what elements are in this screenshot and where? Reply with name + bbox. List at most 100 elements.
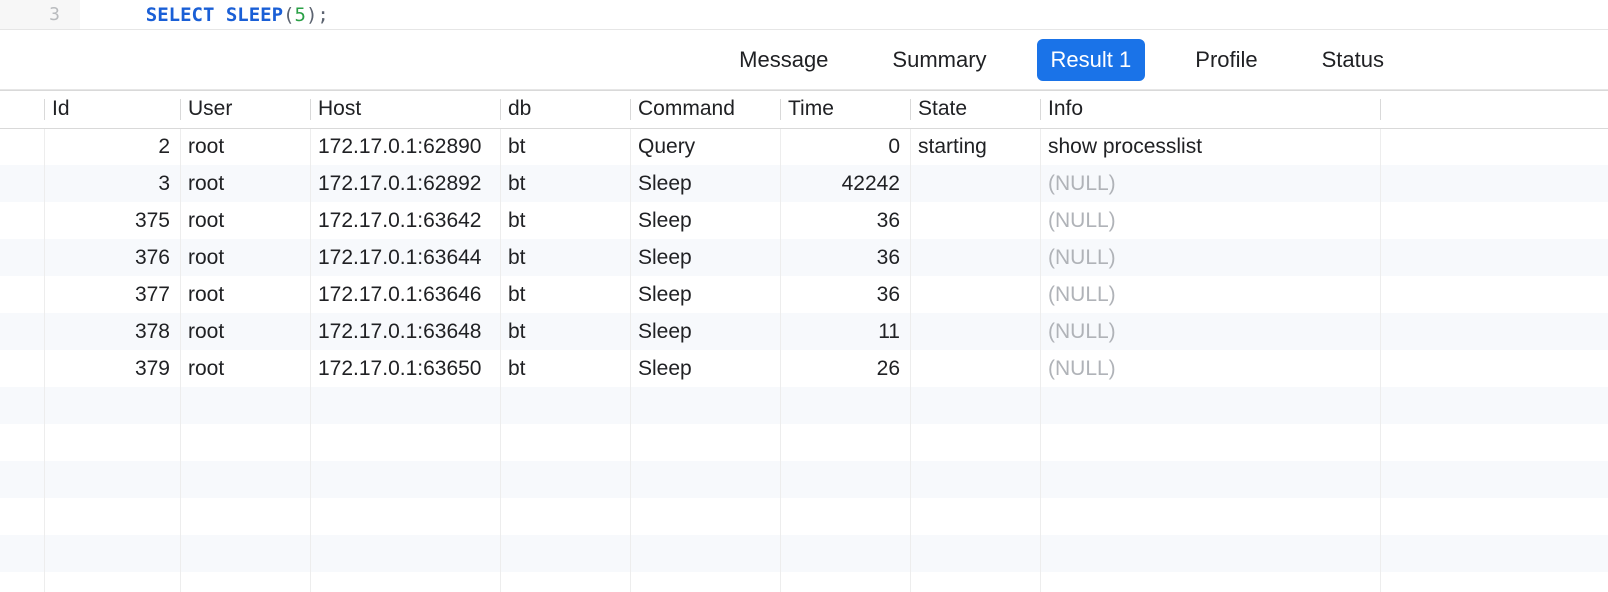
cell-user[interactable]: root — [180, 276, 310, 313]
table-row[interactable]: 375root172.17.0.1:63642btSleep36 (NULL) — [0, 202, 1608, 239]
table-row-empty — [0, 535, 1608, 572]
cell-db[interactable]: bt — [500, 239, 630, 276]
row-handle[interactable] — [0, 128, 44, 165]
cell-extra[interactable] — [1380, 276, 1608, 313]
col-header-command[interactable]: Command — [630, 91, 780, 128]
empty-cell — [910, 424, 1040, 461]
empty-cell — [1040, 535, 1380, 572]
col-header-state[interactable]: State — [910, 91, 1040, 128]
cell-command[interactable]: Query — [630, 128, 780, 165]
cell-command[interactable]: Sleep — [630, 350, 780, 387]
cell-info[interactable]: (NULL) — [1040, 276, 1380, 313]
cell-time[interactable]: 36 — [780, 202, 910, 239]
cell-user[interactable]: root — [180, 165, 310, 202]
cell-state[interactable] — [910, 165, 1040, 202]
cell-id[interactable]: 2 — [44, 128, 180, 165]
cell-extra[interactable] — [1380, 313, 1608, 350]
sql-code[interactable]: SELECT SLEEP(5); — [80, 0, 329, 48]
cell-command[interactable]: Sleep — [630, 239, 780, 276]
table-row[interactable]: 378root172.17.0.1:63648btSleep11 (NULL) — [0, 313, 1608, 350]
cell-time[interactable]: 26 — [780, 350, 910, 387]
cell-state[interactable] — [910, 202, 1040, 239]
cell-state[interactable] — [910, 350, 1040, 387]
cell-state[interactable] — [910, 313, 1040, 350]
cell-host[interactable]: 172.17.0.1:63644 — [310, 239, 500, 276]
cell-extra[interactable] — [1380, 128, 1608, 165]
cell-info[interactable]: (NULL) — [1040, 239, 1380, 276]
cell-extra[interactable] — [1380, 202, 1608, 239]
cell-info[interactable]: (NULL) — [1040, 350, 1380, 387]
cell-command[interactable]: Sleep — [630, 313, 780, 350]
empty-cell — [44, 387, 180, 424]
cell-info[interactable]: (NULL) — [1040, 313, 1380, 350]
cell-user[interactable]: root — [180, 202, 310, 239]
cell-id[interactable]: 375 — [44, 202, 180, 239]
col-header-time[interactable]: Time — [780, 91, 910, 128]
cell-state[interactable]: starting — [910, 128, 1040, 165]
cell-id[interactable]: 378 — [44, 313, 180, 350]
tab-message[interactable]: Message — [725, 39, 842, 81]
col-header-user[interactable]: User — [180, 91, 310, 128]
col-header-db[interactable]: db — [500, 91, 630, 128]
cell-time[interactable]: 36 — [780, 239, 910, 276]
cell-host[interactable]: 172.17.0.1:63642 — [310, 202, 500, 239]
row-handle[interactable] — [0, 350, 44, 387]
row-handle[interactable] — [0, 165, 44, 202]
cell-db[interactable]: bt — [500, 128, 630, 165]
row-handle[interactable] — [0, 313, 44, 350]
cell-db[interactable]: bt — [500, 165, 630, 202]
empty-cell — [910, 387, 1040, 424]
cell-time[interactable]: 11 — [780, 313, 910, 350]
table-row[interactable]: 377root172.17.0.1:63646btSleep36 (NULL) — [0, 276, 1608, 313]
cell-command[interactable]: Sleep — [630, 202, 780, 239]
cell-time[interactable]: 42242 — [780, 165, 910, 202]
cell-extra[interactable] — [1380, 239, 1608, 276]
cell-user[interactable]: root — [180, 239, 310, 276]
tab-profile[interactable]: Profile — [1181, 39, 1271, 81]
cell-host[interactable]: 172.17.0.1:63646 — [310, 276, 500, 313]
cell-host[interactable]: 172.17.0.1:62892 — [310, 165, 500, 202]
cell-info[interactable]: (NULL) — [1040, 165, 1380, 202]
cell-id[interactable]: 377 — [44, 276, 180, 313]
empty-cell — [780, 387, 910, 424]
cell-db[interactable]: bt — [500, 350, 630, 387]
col-header-info[interactable]: Info — [1040, 91, 1380, 128]
null-value: (NULL) — [1048, 357, 1116, 380]
cell-extra[interactable] — [1380, 350, 1608, 387]
cell-host[interactable]: 172.17.0.1:63648 — [310, 313, 500, 350]
cell-id[interactable]: 3 — [44, 165, 180, 202]
row-handle[interactable] — [0, 202, 44, 239]
cell-db[interactable]: bt — [500, 276, 630, 313]
cell-id[interactable]: 379 — [44, 350, 180, 387]
sql-paren-open: ( — [283, 4, 294, 26]
row-handle[interactable] — [0, 276, 44, 313]
cell-host[interactable]: 172.17.0.1:63650 — [310, 350, 500, 387]
cell-user[interactable]: root — [180, 313, 310, 350]
cell-host[interactable]: 172.17.0.1:62890 — [310, 128, 500, 165]
sql-editor-line[interactable]: 3 SELECT SLEEP(5); — [0, 0, 1608, 30]
cell-time[interactable]: 36 — [780, 276, 910, 313]
table-row[interactable]: 376root172.17.0.1:63644btSleep36 (NULL) — [0, 239, 1608, 276]
cell-command[interactable]: Sleep — [630, 276, 780, 313]
cell-state[interactable] — [910, 239, 1040, 276]
table-row[interactable]: 2root172.17.0.1:62890btQuery0startingsho… — [0, 128, 1608, 165]
cell-time[interactable]: 0 — [780, 128, 910, 165]
cell-extra[interactable] — [1380, 165, 1608, 202]
cell-user[interactable]: root — [180, 350, 310, 387]
tab-status[interactable]: Status — [1308, 39, 1398, 81]
table-row[interactable]: 379root172.17.0.1:63650btSleep26 (NULL) — [0, 350, 1608, 387]
cell-info[interactable]: show processlist — [1040, 128, 1380, 165]
tab-summary[interactable]: Summary — [878, 39, 1000, 81]
cell-user[interactable]: root — [180, 128, 310, 165]
table-row[interactable]: 3root172.17.0.1:62892btSleep42242 (NULL) — [0, 165, 1608, 202]
col-header-host[interactable]: Host — [310, 91, 500, 128]
cell-db[interactable]: bt — [500, 313, 630, 350]
cell-state[interactable] — [910, 276, 1040, 313]
tab-result-1[interactable]: Result 1 — [1037, 39, 1146, 81]
row-handle[interactable] — [0, 239, 44, 276]
cell-info[interactable]: (NULL) — [1040, 202, 1380, 239]
col-header-id[interactable]: Id — [44, 91, 180, 128]
cell-command[interactable]: Sleep — [630, 165, 780, 202]
cell-id[interactable]: 376 — [44, 239, 180, 276]
cell-db[interactable]: bt — [500, 202, 630, 239]
